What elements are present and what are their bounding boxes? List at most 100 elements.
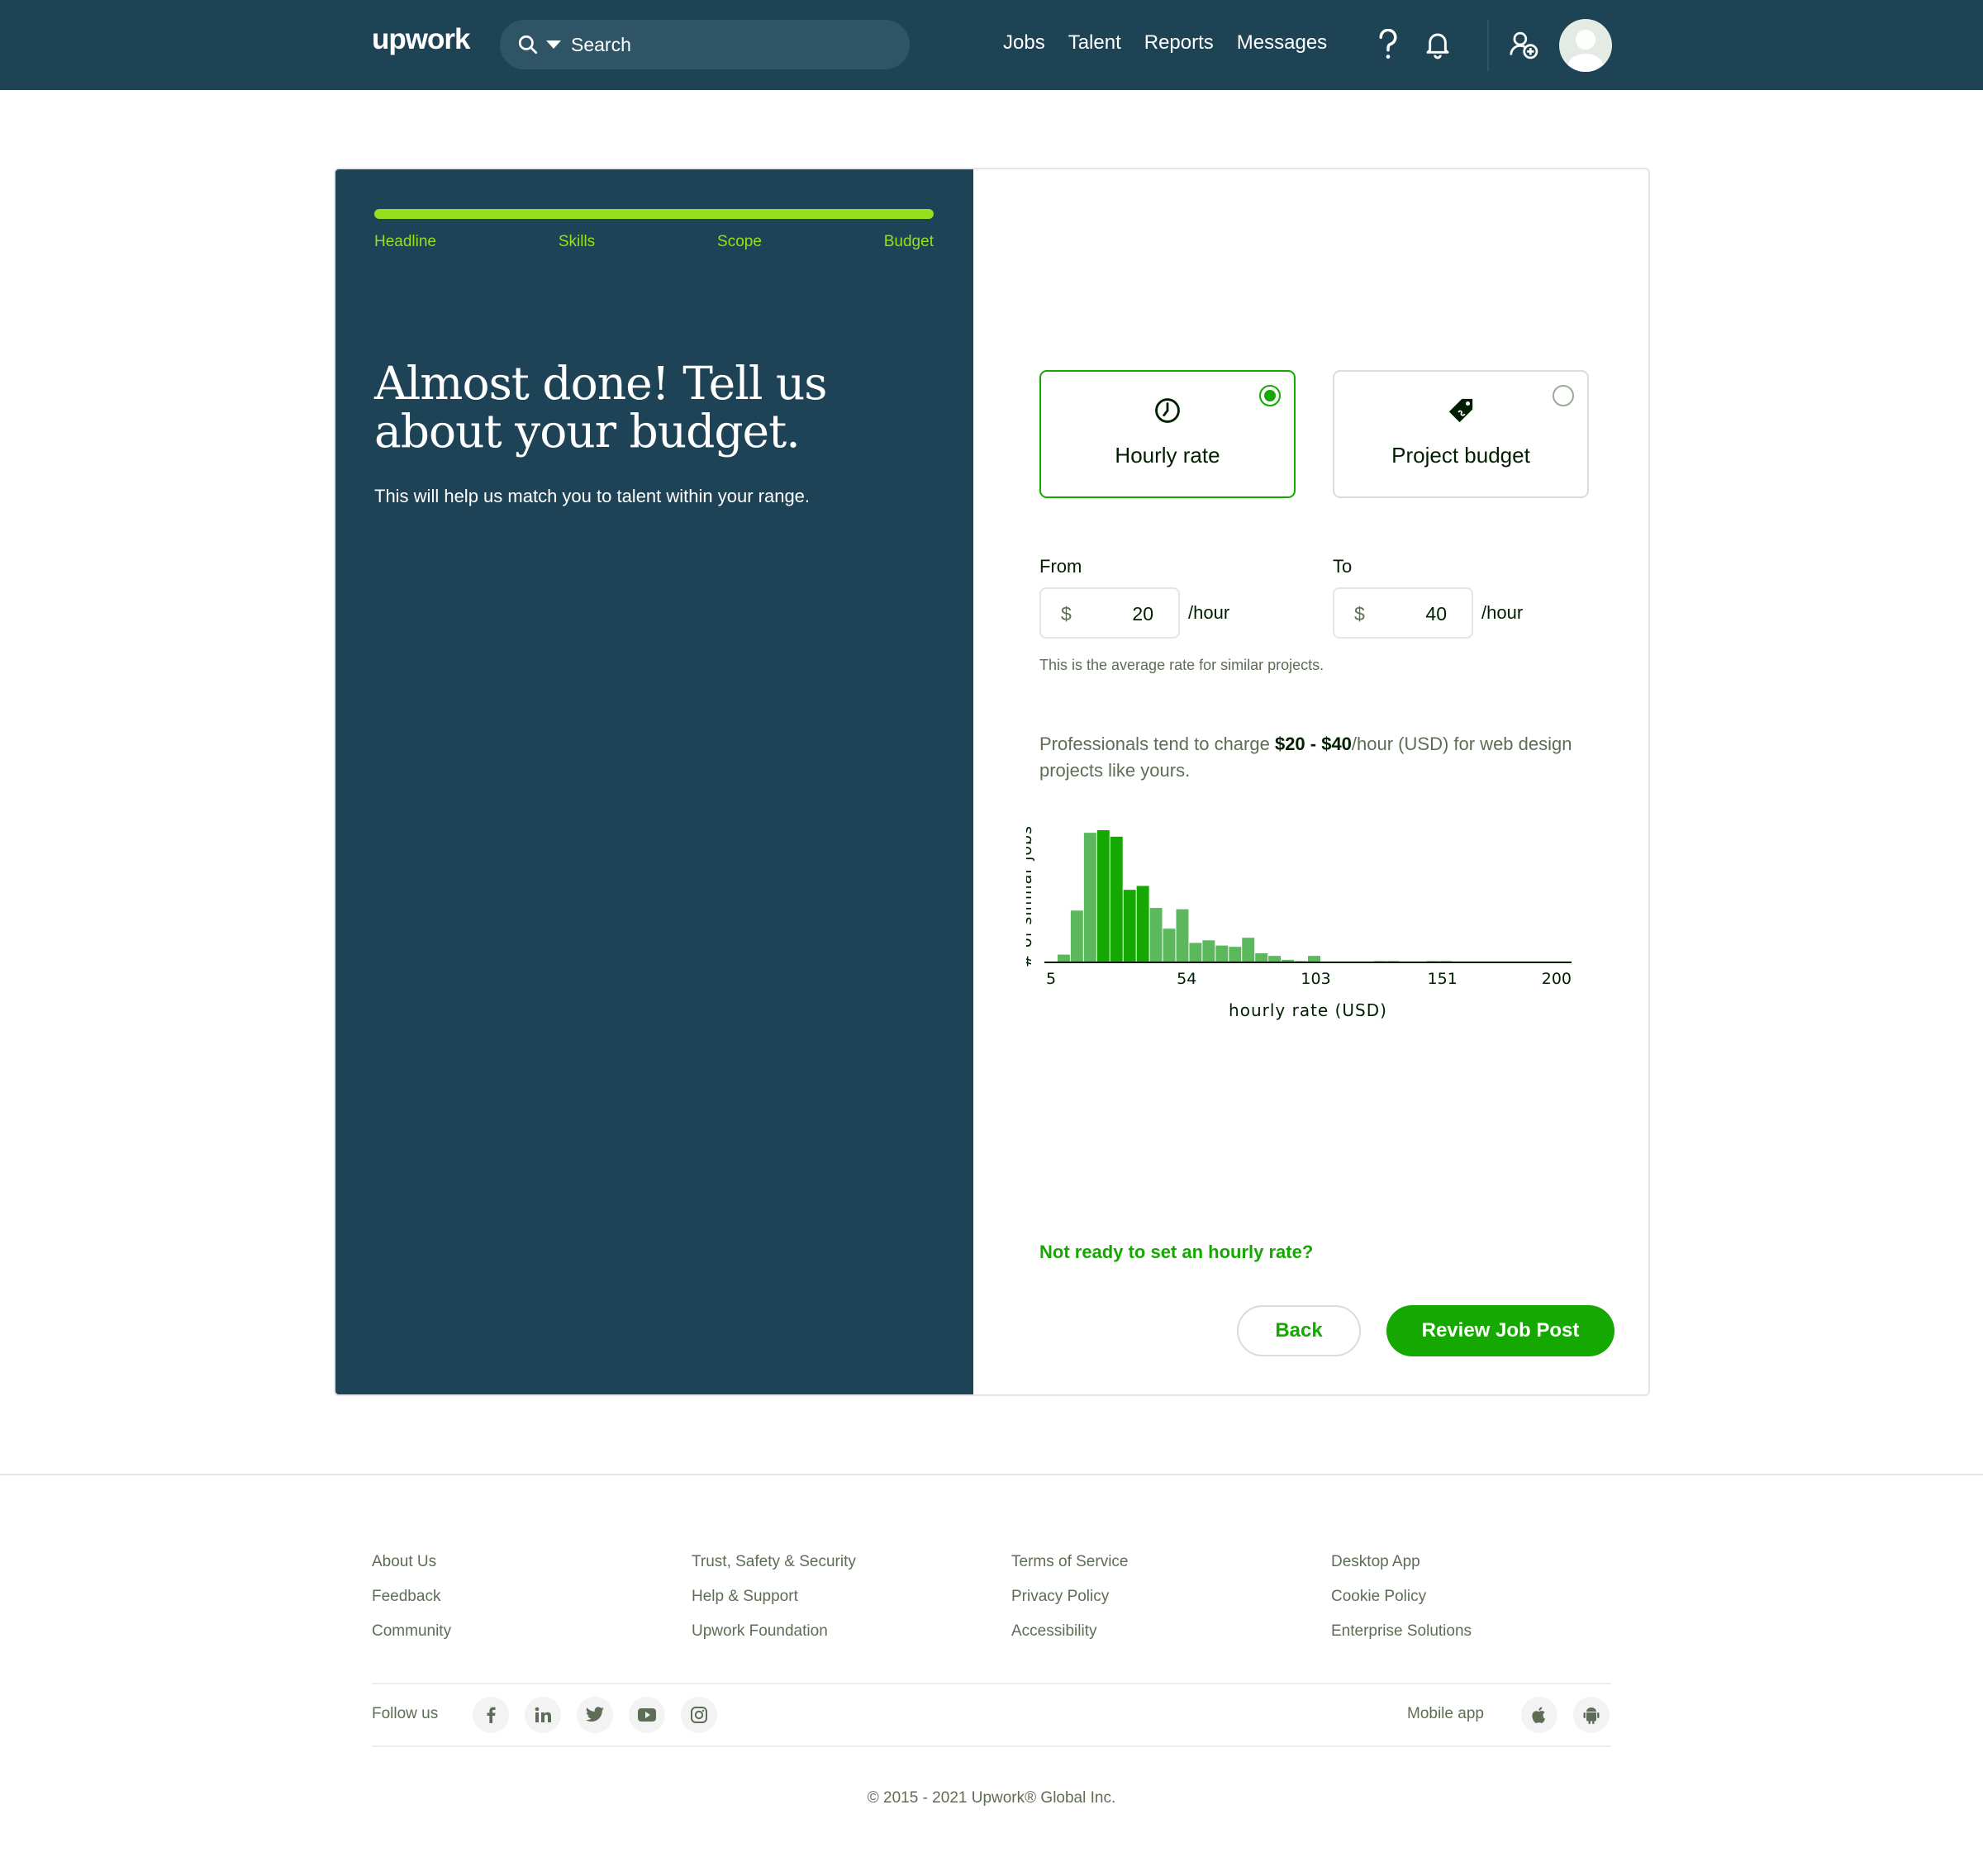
chevron-down-icon[interactable] [546, 40, 561, 49]
histogram-bar [1308, 956, 1320, 962]
nav-jobs[interactable]: Jobs [1003, 31, 1045, 55]
histogram-bar [1163, 929, 1176, 962]
main-nav: Jobs Talent Reports Messages [1003, 31, 1350, 55]
footer-link[interactable]: Trust, Safety & Security [692, 1553, 856, 1588]
x-axis-label: hourly rate (USD) [1229, 1000, 1387, 1020]
instagram-icon[interactable] [681, 1697, 717, 1733]
step-headline: Headline [374, 233, 436, 250]
footer-link[interactable]: Feedback [372, 1588, 451, 1622]
to-unit: /hour [1481, 602, 1524, 623]
y-axis-label: # of similar jobs [1026, 825, 1035, 967]
mobile-app-label: Mobile app [1407, 1705, 1484, 1722]
footer-link[interactable]: Desktop App [1331, 1553, 1472, 1588]
footer-column-1: About Us Feedback Community [372, 1553, 451, 1657]
footer-column-2: Trust, Safety & Security Help & Support … [692, 1553, 856, 1657]
to-rate-input[interactable]: $ 40 [1333, 587, 1473, 639]
histogram-bar [1057, 954, 1070, 962]
from-currency: $ [1061, 603, 1072, 625]
project-budget-label: Project budget [1391, 443, 1530, 468]
x-tick-label: 103 [1301, 970, 1330, 988]
footer-separator [372, 1683, 1611, 1684]
footer-link[interactable]: Privacy Policy [1011, 1588, 1128, 1622]
nav-talent[interactable]: Talent [1068, 31, 1121, 55]
android-icon[interactable] [1573, 1697, 1610, 1733]
avatar[interactable] [1559, 19, 1612, 72]
rate-advice: Professionals tend to charge $20 - $40/h… [1039, 731, 1576, 784]
clock-icon [1041, 397, 1294, 425]
step-list: Headline Skills Scope Budget [374, 233, 934, 251]
rate-histogram: 5 54 103 151 200 hourly rate (USD) # of simila… [1026, 825, 1572, 1020]
histogram-bar [1123, 890, 1136, 962]
copyright: © 2015 - 2021 Upwork® Global Inc. [867, 1789, 1116, 1807]
step-skills: Skills [558, 233, 596, 250]
add-user-icon[interactable] [1504, 25, 1543, 64]
hourly-rate-option[interactable]: Hourly rate [1039, 370, 1296, 498]
upwork-logo[interactable]: upwork [372, 23, 470, 56]
progress-bar [374, 209, 934, 219]
to-rate-value[interactable]: 40 [1425, 603, 1447, 625]
histogram-bar [1110, 836, 1123, 962]
help-icon[interactable] [1368, 25, 1408, 64]
footer-divider [0, 1474, 1983, 1475]
notification-bell-icon[interactable] [1418, 25, 1458, 64]
histogram-bar [1202, 940, 1215, 962]
histogram-bar [1215, 945, 1229, 962]
histogram-bar [1229, 947, 1242, 962]
footer-link[interactable]: Terms of Service [1011, 1553, 1128, 1588]
footer-link[interactable]: Community [372, 1622, 451, 1657]
footer-link[interactable]: Cookie Policy [1331, 1588, 1472, 1622]
step-budget: Budget [883, 233, 934, 250]
youtube-icon[interactable] [629, 1697, 665, 1733]
price-tag-icon [1334, 397, 1587, 425]
histogram-bar [1136, 886, 1149, 962]
to-currency: $ [1354, 603, 1365, 625]
footer-link[interactable]: Accessibility [1011, 1622, 1128, 1657]
histogram-bar [1083, 833, 1096, 962]
footer-link[interactable]: Enterprise Solutions [1331, 1622, 1472, 1657]
hourly-rate-label: Hourly rate [1115, 443, 1220, 468]
average-rate-note: This is the average rate for similar pro… [1039, 657, 1324, 673]
facebook-icon[interactable] [473, 1697, 509, 1733]
footer-column-4: Desktop App Cookie Policy Enterprise Sol… [1331, 1553, 1472, 1657]
review-job-post-button[interactable]: Review Job Post [1386, 1305, 1614, 1356]
histogram-bar [1242, 938, 1255, 962]
nav-messages[interactable]: Messages [1237, 31, 1327, 55]
to-label: To [1333, 556, 1353, 577]
left-panel: Headline Skills Scope Budget Almost done… [335, 169, 973, 1394]
footer-link[interactable]: About Us [372, 1553, 451, 1588]
histogram-bar [1255, 953, 1268, 962]
search-input[interactable]: Search [571, 34, 631, 56]
step-scope: Scope [717, 233, 762, 250]
search-bar[interactable]: Search [500, 20, 910, 69]
advice-prefix: Professionals tend to charge [1039, 734, 1275, 754]
back-button[interactable]: Back [1237, 1305, 1361, 1356]
histogram-bar [1189, 943, 1202, 962]
not-ready-link[interactable]: Not ready to set an hourly rate? [1039, 1242, 1313, 1263]
apple-icon[interactable] [1521, 1697, 1557, 1733]
right-panel: Hourly rate Project budget From $ 20 /ho… [973, 169, 1648, 1394]
histogram-bar [1096, 830, 1110, 962]
page-title: Almost done! Tell us about your budget. [374, 357, 828, 458]
follow-us-label: Follow us [372, 1705, 439, 1722]
from-rate-input[interactable]: $ 20 [1039, 587, 1180, 639]
histogram-bar [1268, 956, 1282, 962]
x-tick-label: 5 [1046, 970, 1056, 988]
x-tick-label: 200 [1542, 970, 1572, 988]
nav-reports[interactable]: Reports [1144, 31, 1214, 55]
linkedin-icon[interactable] [525, 1697, 561, 1733]
project-budget-option[interactable]: Project budget [1333, 370, 1589, 498]
top-nav-bar: upwork Search Jobs Talent Reports Messag… [0, 0, 1983, 90]
from-label: From [1039, 556, 1082, 577]
twitter-icon[interactable] [577, 1697, 613, 1733]
histogram-bar [1176, 909, 1189, 962]
footer-column-3: Terms of Service Privacy Policy Accessib… [1011, 1553, 1128, 1657]
x-tick-label: 54 [1177, 970, 1196, 988]
header-divider [1487, 20, 1489, 71]
from-unit: /hour [1188, 602, 1230, 623]
footer-link[interactable]: Help & Support [692, 1588, 856, 1622]
footer-link[interactable]: Upwork Foundation [692, 1622, 856, 1657]
histogram-bar [1070, 910, 1083, 962]
from-rate-value[interactable]: 20 [1132, 603, 1153, 625]
footer-separator [372, 1745, 1611, 1747]
search-icon [510, 26, 546, 63]
